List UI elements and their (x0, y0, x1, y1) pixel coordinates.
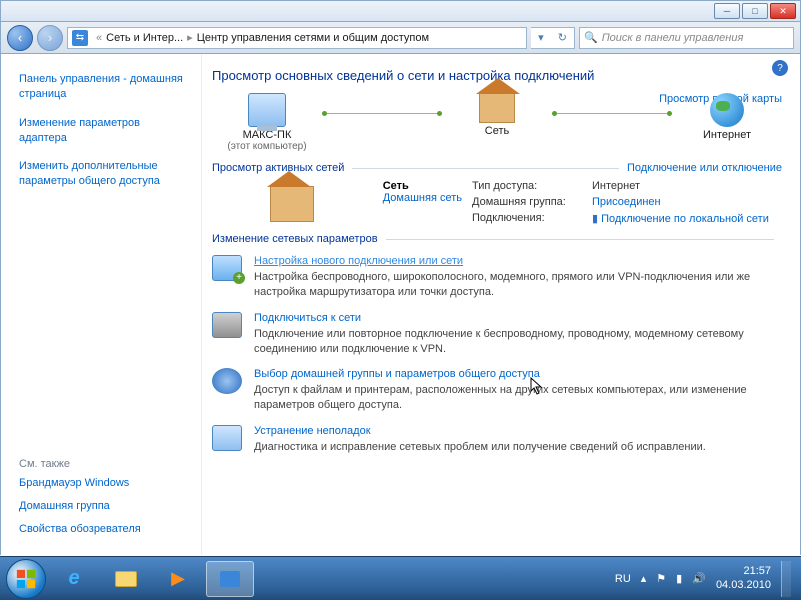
map-node-internet-label: Интернет (672, 129, 782, 141)
homegroup-label: Домашняя группа: (472, 196, 592, 208)
start-button[interactable] (6, 559, 46, 599)
map-node-computer[interactable]: МАКС-ПК (этот компьютер) (212, 93, 322, 152)
lan-icon: ▮ (592, 213, 598, 225)
search-placeholder: Поиск в панели управления (602, 32, 744, 44)
navigation-bar: ‹ › ⇆ « Сеть и Интер... ▸ Центр управлен… (0, 22, 801, 54)
network-center-icon: ⇆ (72, 30, 88, 46)
network-settings-header: Изменение сетевых параметров (212, 233, 782, 245)
address-actions: ▾ ↻ (531, 27, 575, 49)
refresh-button[interactable]: ↻ (558, 31, 567, 44)
breadcrumb-separator: « (96, 32, 102, 44)
connection-link[interactable]: Подключение по локальной сети (601, 213, 769, 225)
address-bar[interactable]: ⇆ « Сеть и Интер... ▸ Центр управления с… (67, 27, 527, 49)
homegroup-sharing-icon (212, 368, 242, 394)
house-icon (479, 93, 515, 123)
maximize-button[interactable]: □ (742, 3, 768, 19)
see-also-internet-options[interactable]: Свойства обозревателя (19, 522, 187, 537)
active-network-item: Сеть Домашняя сеть Тип доступа: Интернет… (212, 180, 782, 225)
search-icon: 🔍 (584, 31, 598, 44)
see-also-firewall[interactable]: Брандмауэр Windows (19, 476, 187, 491)
map-node-computer-sublabel: (этот компьютер) (212, 141, 322, 152)
homegroup-sharing-desc: Доступ к файлам и принтерам, расположенн… (254, 383, 782, 413)
access-type-label: Тип доступа: (472, 180, 592, 192)
troubleshoot-desc: Диагностика и исправление сетевых пробле… (254, 440, 782, 455)
network-category-icon (270, 186, 314, 222)
sidebar-link-adapter-settings[interactable]: Изменение параметров адаптера (19, 116, 187, 146)
volume-icon[interactable]: 🔊 (692, 572, 706, 585)
sidebar: Панель управления - домашняя страница Из… (1, 54, 201, 555)
setting-connect-network: Подключиться к сети Подключение или повт… (212, 312, 782, 357)
globe-icon (710, 93, 744, 127)
new-connection-icon (212, 255, 242, 281)
connections-value: ▮ Подключение по локальной сети (592, 212, 769, 225)
map-connection-line-2 (552, 113, 672, 114)
tray-expand-icon[interactable]: ▴ (641, 572, 647, 585)
setting-troubleshoot: Устранение неполадок Диагностика и испра… (212, 425, 782, 455)
network-map: Просмотр полной карты МАКС-ПК (этот комп… (212, 93, 782, 152)
setting-homegroup-sharing: Выбор домашней группы и параметров общег… (212, 368, 782, 413)
minimize-button[interactable]: ─ (714, 3, 740, 19)
homegroup-sharing-link[interactable]: Выбор домашней группы и параметров общег… (254, 368, 540, 380)
sidebar-link-control-panel-home[interactable]: Панель управления - домашняя страница (19, 72, 187, 102)
action-center-icon[interactable]: ⚑ (656, 572, 666, 585)
connect-network-link[interactable]: Подключиться к сети (254, 312, 361, 324)
network-settings-title: Изменение сетевых параметров (212, 233, 378, 245)
breadcrumb-part-2[interactable]: Центр управления сетями и общим доступом (197, 32, 429, 44)
breadcrumb-chevron-icon[interactable]: ▸ (187, 31, 193, 44)
clock[interactable]: 21:57 04.03.2010 (716, 565, 771, 591)
network-name: Сеть (383, 180, 409, 192)
taskbar-control-panel-button[interactable] (206, 561, 254, 597)
new-connection-desc: Настройка беспроводного, широкополосного… (254, 270, 782, 300)
content-pane: ? Просмотр основных сведений о сети и на… (201, 54, 800, 555)
connect-network-desc: Подключение или повторное подключение к … (254, 327, 782, 357)
map-connection-line-1 (322, 113, 442, 114)
see-also-header: См. также (19, 458, 187, 470)
troubleshoot-icon (212, 425, 242, 451)
window-titlebar: ─ □ ✕ (0, 0, 801, 22)
breadcrumb-part-1[interactable]: Сеть и Интер... (106, 32, 183, 44)
map-node-network-label: Сеть (442, 125, 552, 137)
connections-label: Подключения: (472, 212, 592, 225)
close-button[interactable]: ✕ (770, 3, 796, 19)
setting-new-connection: Настройка нового подключения или сети На… (212, 255, 782, 300)
network-tray-icon[interactable]: ▮ (676, 572, 682, 585)
taskbar-media-player-button[interactable]: ▶ (154, 561, 202, 597)
show-desktop-button[interactable] (781, 561, 791, 597)
back-button[interactable]: ‹ (7, 25, 33, 51)
map-node-network[interactable]: Сеть (442, 93, 552, 137)
clock-date: 04.03.2010 (716, 579, 771, 592)
homegroup-link[interactable]: Присоединен (592, 196, 661, 208)
clock-time: 21:57 (716, 565, 771, 578)
sidebar-link-advanced-sharing[interactable]: Изменить дополнительные параметры общего… (19, 159, 187, 189)
help-icon[interactable]: ? (772, 60, 788, 76)
network-category-link[interactable]: Домашняя сеть (383, 192, 462, 204)
computer-icon (248, 93, 286, 127)
taskbar: e ▶ RU ▴ ⚑ ▮ 🔊 21:57 04.03.2010 (0, 556, 801, 600)
taskbar-explorer-button[interactable] (102, 561, 150, 597)
search-input[interactable]: 🔍 Поиск в панели управления (579, 27, 794, 49)
homegroup-value: Присоединен (592, 196, 769, 208)
language-indicator[interactable]: RU (615, 573, 631, 585)
connect-network-icon (212, 312, 242, 338)
connect-disconnect-link[interactable]: Подключение или отключение (627, 162, 782, 174)
forward-button[interactable]: › (37, 25, 63, 51)
taskbar-ie-button[interactable]: e (50, 561, 98, 597)
troubleshoot-link[interactable]: Устранение неполадок (254, 425, 371, 437)
control-panel-icon (220, 571, 240, 587)
media-player-icon: ▶ (168, 569, 188, 589)
history-dropdown-button[interactable]: ▾ (538, 31, 544, 44)
system-tray: RU ▴ ⚑ ▮ 🔊 21:57 04.03.2010 (615, 561, 795, 597)
ie-icon: e (64, 569, 84, 589)
sidebar-see-also: См. также Брандмауэр Windows Домашняя гр… (19, 450, 187, 545)
see-also-homegroup[interactable]: Домашняя группа (19, 499, 187, 514)
access-type-value: Интернет (592, 180, 769, 192)
new-connection-link[interactable]: Настройка нового подключения или сети (254, 255, 463, 267)
folder-icon (115, 571, 137, 587)
